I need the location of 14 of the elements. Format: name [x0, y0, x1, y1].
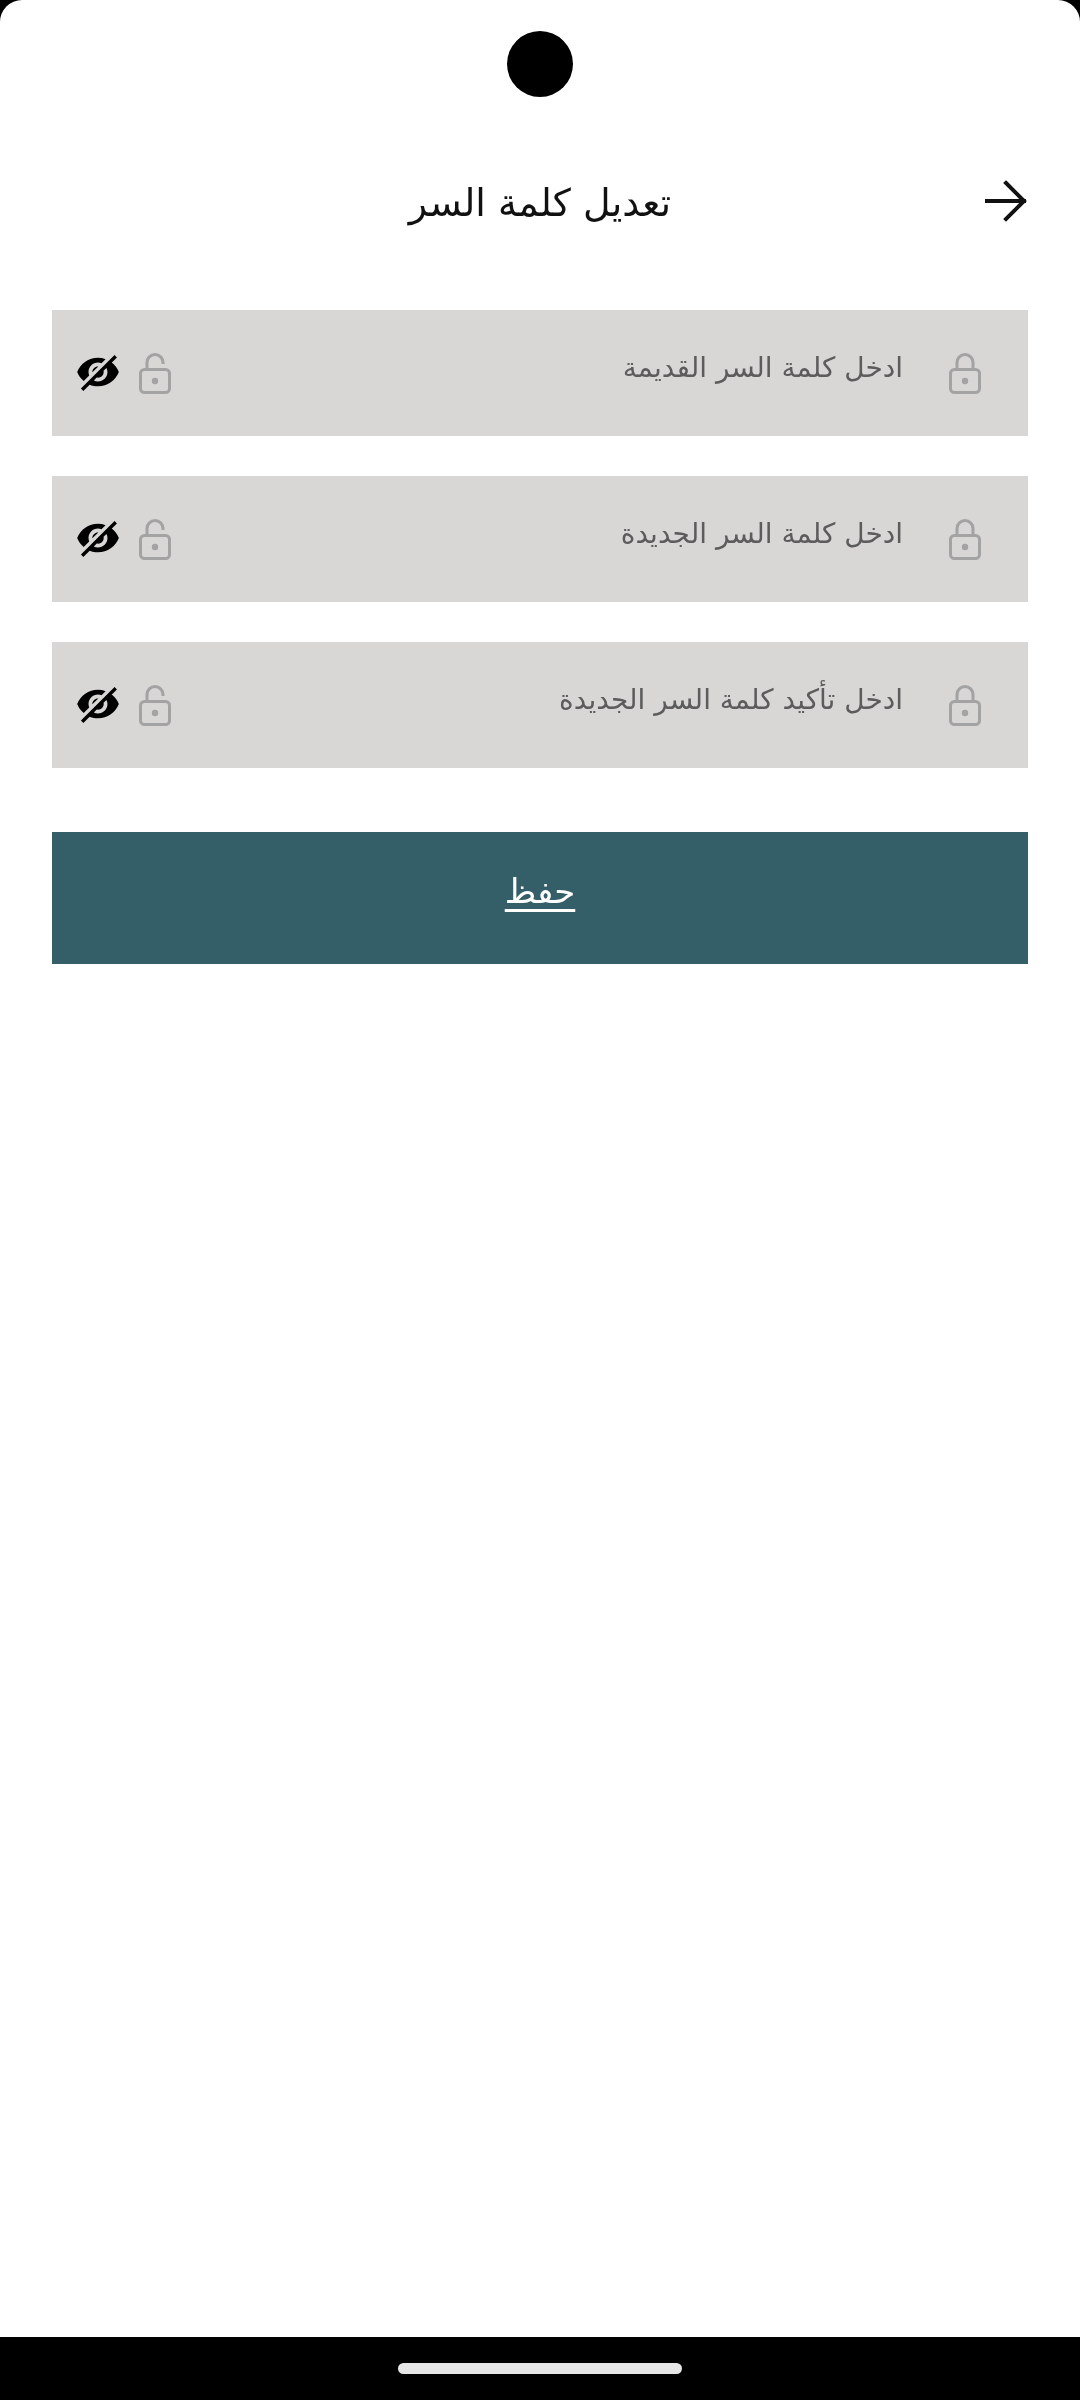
password-field[interactable]: ادخل تأكيد كلمة السر الجديدة: [52, 642, 1028, 768]
open-lock-icon: [139, 518, 171, 560]
eye-slash-icon[interactable]: [77, 355, 119, 391]
open-lock-icon: [139, 684, 171, 726]
screen-title: تعديل كلمة السر: [408, 180, 672, 228]
password-field[interactable]: ادخل كلمة السر الجديدة: [52, 476, 1028, 602]
save-button[interactable]: حفظ: [52, 832, 1028, 964]
lock-icon: [949, 518, 981, 560]
eye-slash-icon[interactable]: [77, 687, 119, 723]
open-lock-icon: [139, 352, 171, 394]
lock-icon: [949, 684, 981, 726]
password-field[interactable]: ادخل كلمة السر القديمة: [52, 310, 1028, 436]
eye-slash-icon[interactable]: [77, 521, 119, 557]
lock-icon: [949, 352, 981, 394]
